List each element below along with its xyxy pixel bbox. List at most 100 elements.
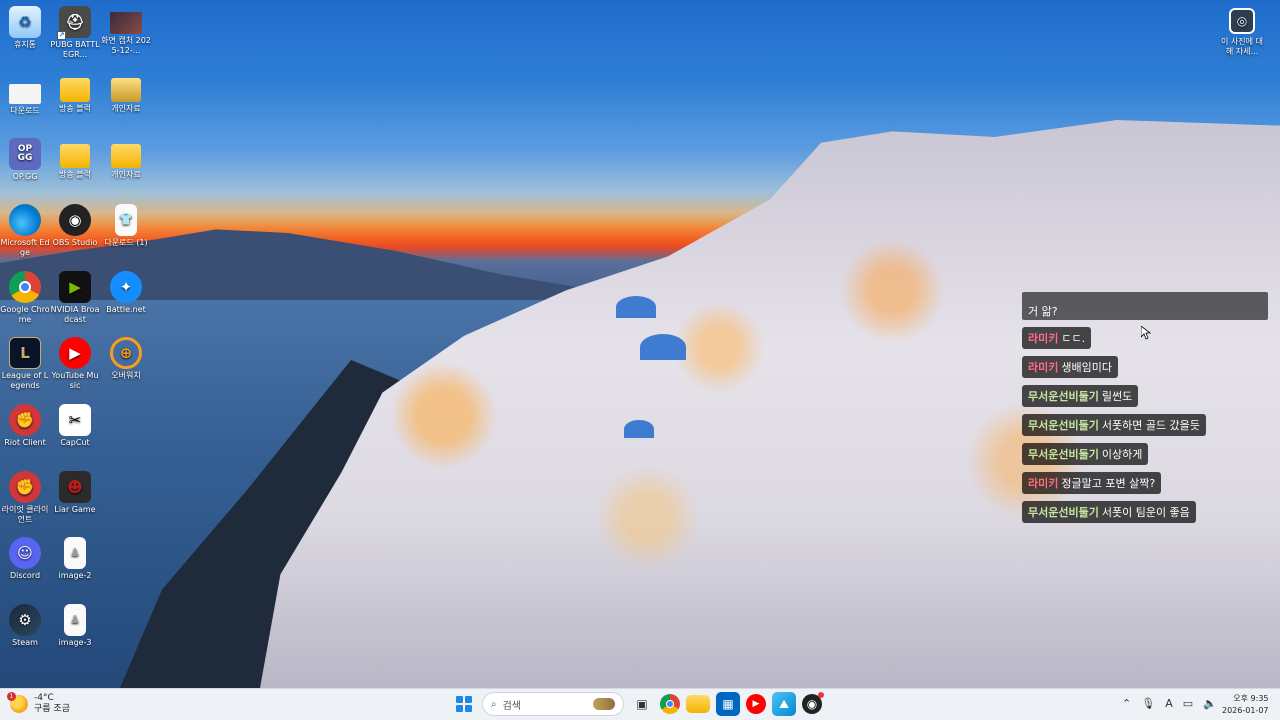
icon-label: YouTube Music	[51, 371, 99, 390]
weather-widget[interactable]: 1 -4°C 구름 조금	[7, 692, 70, 715]
weather-desc: 구름 조금	[34, 704, 70, 714]
taskbar: 1 -4°C 구름 조금 ⌕ 검색 ▣ ▦ ▶ ⛰ ◉ ⌃ 🎙 A ▭ 🔈 오후…	[0, 688, 1280, 720]
desktop-icon-nvidia[interactable]: ▶ NVIDIA Broadcast	[50, 271, 100, 325]
opgg-icon: OP GG	[9, 138, 41, 170]
weather-temp: -4°C	[34, 693, 54, 703]
obs-icon: ◉	[59, 204, 91, 236]
desktop-icon-liar-game[interactable]: ☻ Liar Game	[50, 471, 100, 515]
icon-label: OP.GG	[12, 172, 38, 181]
desktop-icon-download[interactable]: 다운로드	[0, 76, 50, 116]
desktop-icon-image-2[interactable]: ♟ image-2	[50, 537, 100, 581]
chat-message-bubble: 라미키 생배임미다	[1022, 356, 1118, 378]
start-icon	[456, 696, 463, 703]
desktop-icon-riot-client[interactable]: ✊ Riot Client	[0, 404, 50, 448]
desktop-icon-youtube-music[interactable]: ▶ YouTube Music	[50, 337, 100, 391]
icon-label: Battle.net	[106, 305, 146, 314]
desktop-icon-overwatch[interactable]: ⊕ 오버워치	[101, 337, 151, 381]
clock[interactable]: 오후 9:35 2026-01-07	[1222, 693, 1269, 717]
liar-game-icon: ☻	[59, 471, 91, 503]
desktop-icon-download-1[interactable]: 👕 다운로드 (1)	[101, 204, 151, 248]
desktop-icon-screenshot[interactable]: 화면 캡처 2025-12-...	[101, 6, 151, 56]
taskbar-photos[interactable]: ⛰	[772, 692, 796, 716]
icon-label: Discord	[9, 571, 41, 580]
chat-text: 서폿이 팀운이 좋음	[1101, 506, 1190, 519]
overwatch-icon: ⊕	[110, 337, 142, 369]
chat-username: 무서운선비둘기	[1028, 448, 1099, 461]
taskbar-store[interactable]: ▦	[716, 692, 740, 716]
chat-username: 라미키	[1028, 332, 1059, 345]
chat-message-bubble: 라미키 ㄷㄷ.	[1022, 327, 1092, 349]
chat-text: 이상하게	[1101, 448, 1143, 461]
desktop-icon-folder-personal-2[interactable]: 개인자료	[101, 138, 151, 180]
desktop-icon-battlenet[interactable]: ✦ Battle.net	[101, 271, 151, 315]
icon-label: image-3	[58, 638, 92, 647]
chat-message-bubble: 무서운선비둘기 서폿하면 골드 갔을듯	[1022, 414, 1206, 436]
taskbar-youtube-music[interactable]: ▶	[746, 694, 766, 714]
network-icon[interactable]: ▭	[1183, 697, 1193, 710]
folder-icon	[60, 144, 90, 168]
weather-sun-icon: 1	[7, 692, 28, 713]
file-icon: 👕	[115, 204, 137, 236]
taskbar-chrome[interactable]	[660, 694, 680, 714]
chat-message: 무서운선비둘기 서폿하면 골드 갔을듯	[1022, 407, 1268, 436]
learn-about-picture-button[interactable]: ◎ 이 사진에 대해 자세...	[1220, 8, 1264, 57]
desktop-icon-chrome[interactable]: Google Chrome	[0, 271, 50, 325]
desktop-icon-capcut[interactable]: ✂ CapCut	[50, 404, 100, 448]
icon-label: Liar Game	[54, 505, 96, 514]
recycle-bin-icon: ♻	[9, 6, 41, 38]
icon-label: Microsoft Edge	[0, 238, 50, 257]
desktop-icon-folder-broadcast-2[interactable]: 방송 블럭	[50, 138, 100, 180]
chat-message-bubble: 무서운선비둘기 서폿이 팀운이 좋음	[1022, 501, 1196, 523]
edge-icon	[9, 204, 41, 236]
desktop-icon-image-3[interactable]: ♟ image-3	[50, 604, 100, 648]
store-icon: ▦	[722, 697, 734, 711]
taskbar-search[interactable]: ⌕ 검색	[482, 692, 624, 716]
microphone-icon[interactable]: 🎙	[1141, 697, 1155, 710]
folder-icon	[111, 144, 141, 168]
chat-message: 라미키 생배임미다	[1022, 349, 1268, 378]
chevron-up-icon[interactable]: ⌃	[1122, 697, 1131, 710]
icon-label: 개인자료	[111, 170, 141, 179]
screenshot-icon	[110, 12, 142, 34]
desktop-icon-opgg[interactable]: OP GG OP.GG	[0, 138, 50, 182]
chat-message-bubble: 라미키 정글말고 포변 살짝?	[1022, 472, 1162, 494]
start-button[interactable]	[452, 692, 476, 716]
notification-badge: 1	[7, 692, 16, 701]
desktop-icon-obs[interactable]: ◉ OBS Studio	[50, 204, 100, 248]
desktop-icon-folder-broadcast[interactable]: 방송 블럭	[50, 72, 100, 114]
desktop-icon-folder-personal[interactable]: 개인자료	[101, 72, 151, 114]
clock-time: 오후 9:35	[1233, 694, 1269, 703]
photos-icon: ⛰	[778, 696, 790, 711]
task-view-button[interactable]: ▣	[630, 692, 654, 716]
riot-icon: ✊	[9, 471, 41, 503]
chat-username: 무서운선비둘기	[1028, 506, 1099, 519]
battlenet-icon: ✦	[110, 271, 142, 303]
desktop-icon-steam[interactable]: ⚙ Steam	[0, 604, 50, 648]
chat-message-list: 라미키 ㄷㄷ. 라미키 생배임미다 무서운선비둘기 릴썬도 무서운선비둘기 서폿하면 골드 갔…	[1022, 320, 1268, 523]
icon-label: OBS Studio	[52, 238, 98, 247]
chat-text: 릴썬도	[1101, 390, 1133, 403]
taskbar-file-explorer[interactable]	[686, 695, 710, 713]
desktop-icon-discord[interactable]: ☺ Discord	[0, 537, 50, 581]
chat-top-text: 거 앎?	[1028, 305, 1058, 318]
chat-message-bubble: 무서운선비둘기 이상하게	[1022, 443, 1149, 465]
desktop-icon-lol[interactable]: L League of Legends	[0, 337, 50, 391]
nvidia-icon: ▶	[59, 271, 91, 303]
desktop-icon-recycle-bin[interactable]: ♻ 휴지통	[0, 6, 50, 50]
taskbar-obs[interactable]: ◉	[802, 692, 824, 714]
desktop-icon-pubg[interactable]: ⛑ ↗ PUBG BATTLEGR...	[50, 6, 100, 60]
capcut-icon: ✂	[59, 404, 91, 436]
chat-username: 무서운선비둘기	[1028, 390, 1099, 403]
chat-username: 라미키	[1028, 477, 1059, 490]
icon-label: 방송 블럭	[59, 104, 91, 113]
icon-label: 다운로드	[10, 106, 40, 115]
youtube-music-icon: ▶	[59, 337, 91, 369]
chat-partial-line	[1028, 296, 1262, 305]
chat-message: 무서운선비둘기 이상하게	[1022, 436, 1268, 465]
input-indicator[interactable]: A	[1165, 697, 1173, 710]
desktop-icon-edge[interactable]: Microsoft Edge	[0, 204, 50, 258]
desktop-icon-riot-client-kr[interactable]: ✊ 라이엇 클라이언트	[0, 471, 50, 525]
camera-icon: ◎	[1229, 8, 1255, 34]
icon-label: League of Legends	[1, 371, 49, 390]
volume-icon[interactable]: 🔈	[1203, 697, 1217, 710]
